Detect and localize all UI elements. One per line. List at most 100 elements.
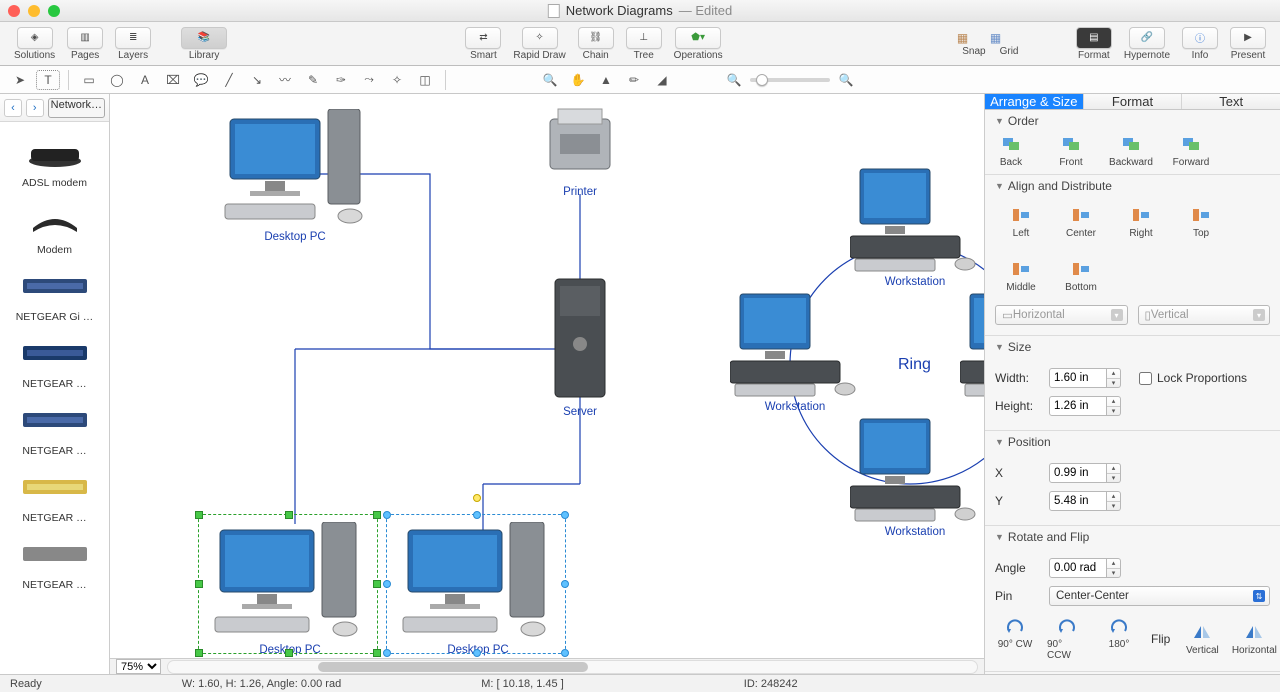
- y-stepper[interactable]: ▴▾: [1107, 491, 1121, 511]
- curve-tool[interactable]: 〰: [273, 70, 297, 90]
- chain-button[interactable]: ⛓Chain: [574, 27, 618, 61]
- library-back-button[interactable]: ‹: [4, 99, 22, 117]
- height-input[interactable]: [1049, 396, 1107, 416]
- library-item-modem[interactable]: Modem: [2, 195, 107, 262]
- flip-vertical[interactable]: Vertical: [1182, 622, 1222, 656]
- pointer-tool[interactable]: ➤: [8, 70, 32, 90]
- section-group[interactable]: Group and Lock: [985, 672, 1280, 674]
- zoom-in-button[interactable]: 🔍: [834, 70, 858, 90]
- tab-arrange-size[interactable]: Arrange & Size: [985, 94, 1083, 109]
- hand-tool[interactable]: ✋: [566, 70, 590, 90]
- y-input[interactable]: [1049, 491, 1107, 511]
- node-workstation-bottom[interactable]: Workstation: [850, 414, 980, 538]
- eraser-tool[interactable]: ◢: [650, 70, 674, 90]
- section-align[interactable]: Align and Distribute: [985, 175, 1280, 197]
- order-forward[interactable]: Forward: [1171, 134, 1211, 168]
- rapid-draw-button[interactable]: ✧Rapid Draw: [509, 27, 569, 61]
- section-position[interactable]: Position: [985, 431, 1280, 453]
- horizontal-scrollbar[interactable]: [167, 660, 978, 674]
- node-tool[interactable]: ✧: [385, 70, 409, 90]
- distribute-horizontal-select[interactable]: ▭ Horizontal▾: [995, 305, 1128, 325]
- rect-tool[interactable]: ▭: [77, 70, 101, 90]
- pin-select[interactable]: Center-Center⇅: [1049, 586, 1270, 606]
- library-button[interactable]: 📚Library: [177, 27, 231, 61]
- snap-button[interactable]: ▦: [957, 31, 991, 45]
- tab-text[interactable]: Text: [1181, 94, 1280, 109]
- zoom-selector[interactable]: 75%: [116, 659, 161, 674]
- bezier-tool[interactable]: ✑: [329, 70, 353, 90]
- pen-tool[interactable]: ✎: [301, 70, 325, 90]
- width-input[interactable]: [1049, 368, 1107, 388]
- eyedropper-tool[interactable]: ✏: [622, 70, 646, 90]
- section-rotate[interactable]: Rotate and Flip: [985, 526, 1280, 548]
- text-tool[interactable]: T: [36, 70, 60, 90]
- lock-proportions-checkbox[interactable]: [1139, 372, 1152, 385]
- rotate-90-cw[interactable]: 90° CW: [995, 616, 1035, 661]
- grid-button[interactable]: ▦: [990, 31, 1024, 45]
- tab-format[interactable]: Format: [1083, 94, 1182, 109]
- solutions-button[interactable]: ◈Solutions: [10, 27, 59, 61]
- arrow-tool[interactable]: ↘: [245, 70, 269, 90]
- distribute-vertical-select[interactable]: ▯ Vertical▾: [1138, 305, 1271, 325]
- align-bottom[interactable]: Bottom: [1061, 259, 1101, 293]
- width-stepper[interactable]: ▴▾: [1107, 368, 1121, 388]
- connector-tool[interactable]: ⤳: [357, 70, 381, 90]
- zoom-out-button[interactable]: 🔍: [722, 70, 746, 90]
- node-workstation-left[interactable]: Workstation: [730, 289, 860, 413]
- rotate-180-[interactable]: 180°: [1099, 616, 1139, 661]
- order-back[interactable]: Back: [991, 134, 1031, 168]
- smart-button[interactable]: ⇄Smart: [461, 27, 505, 61]
- align-middle[interactable]: Middle: [1001, 259, 1041, 293]
- layers-button[interactable]: ≣Layers: [111, 27, 155, 61]
- align-left[interactable]: Left: [1001, 205, 1041, 239]
- zoom-slider[interactable]: [750, 78, 830, 82]
- height-stepper[interactable]: ▴▾: [1107, 396, 1121, 416]
- tree-button[interactable]: ⊥Tree: [622, 27, 666, 61]
- library-item-netgear-3[interactable]: NETGEAR …: [2, 463, 107, 530]
- format-panel-button[interactable]: ▤Format: [1072, 27, 1116, 61]
- align-top[interactable]: Top: [1181, 205, 1221, 239]
- ellipse-tool[interactable]: ◯: [105, 70, 129, 90]
- close-window-button[interactable]: [8, 5, 20, 17]
- section-size[interactable]: Size: [985, 336, 1280, 358]
- node-workstation-right[interactable]: Workstati: [960, 289, 984, 413]
- hypernote-button[interactable]: 🔗Hypernote: [1120, 27, 1174, 61]
- node-workstation-top[interactable]: Workstation: [850, 164, 980, 288]
- angle-input[interactable]: [1049, 558, 1107, 578]
- info-button[interactable]: ⓘInfo: [1178, 27, 1222, 61]
- x-input[interactable]: [1049, 463, 1107, 483]
- library-item-netgear-gi[interactable]: NETGEAR Gi …: [2, 262, 107, 329]
- node-server[interactable]: Server: [540, 274, 620, 418]
- minimize-window-button[interactable]: [28, 5, 40, 17]
- section-order[interactable]: Order: [985, 110, 1280, 132]
- library-item-netgear-4[interactable]: NETGEAR …: [2, 530, 107, 597]
- font-tool[interactable]: A: [133, 70, 157, 90]
- operations-button[interactable]: ⬟▾Operations: [670, 27, 727, 61]
- align-right[interactable]: Right: [1121, 205, 1161, 239]
- library-item-netgear-1[interactable]: NETGEAR …: [2, 329, 107, 396]
- order-backward[interactable]: Backward: [1111, 134, 1151, 168]
- flip-horizontal[interactable]: Horizontal: [1234, 622, 1274, 656]
- textbox-tool[interactable]: ⌧: [161, 70, 185, 90]
- node-printer[interactable]: Printer: [540, 104, 620, 198]
- canvas[interactable]: Desktop PC Printer Server: [110, 94, 984, 658]
- library-item-netgear-2[interactable]: NETGEAR …: [2, 396, 107, 463]
- zoom-tool[interactable]: 🔍: [538, 70, 562, 90]
- maximize-window-button[interactable]: [48, 5, 60, 17]
- pages-button[interactable]: ▥Pages: [63, 27, 107, 61]
- present-button[interactable]: ▶Present: [1226, 27, 1270, 61]
- crop-tool[interactable]: ◫: [413, 70, 437, 90]
- angle-stepper[interactable]: ▴▾: [1107, 558, 1121, 578]
- library-item-adsl-modem[interactable]: ADSL modem: [2, 128, 107, 195]
- stamp-tool[interactable]: ▲: [594, 70, 618, 90]
- x-stepper[interactable]: ▴▾: [1107, 463, 1121, 483]
- line-tool[interactable]: ╱: [217, 70, 241, 90]
- rotate-90-ccw[interactable]: 90° CCW: [1047, 616, 1087, 661]
- library-forward-button[interactable]: ›: [26, 99, 44, 117]
- status-id: ID: 248242: [744, 678, 798, 690]
- align-center[interactable]: Center: [1061, 205, 1101, 239]
- node-desktop-pc[interactable]: Desktop PC: [220, 109, 370, 243]
- callout-tool[interactable]: 💬: [189, 70, 213, 90]
- library-selector[interactable]: Network…: [48, 98, 105, 118]
- order-front[interactable]: Front: [1051, 134, 1091, 168]
